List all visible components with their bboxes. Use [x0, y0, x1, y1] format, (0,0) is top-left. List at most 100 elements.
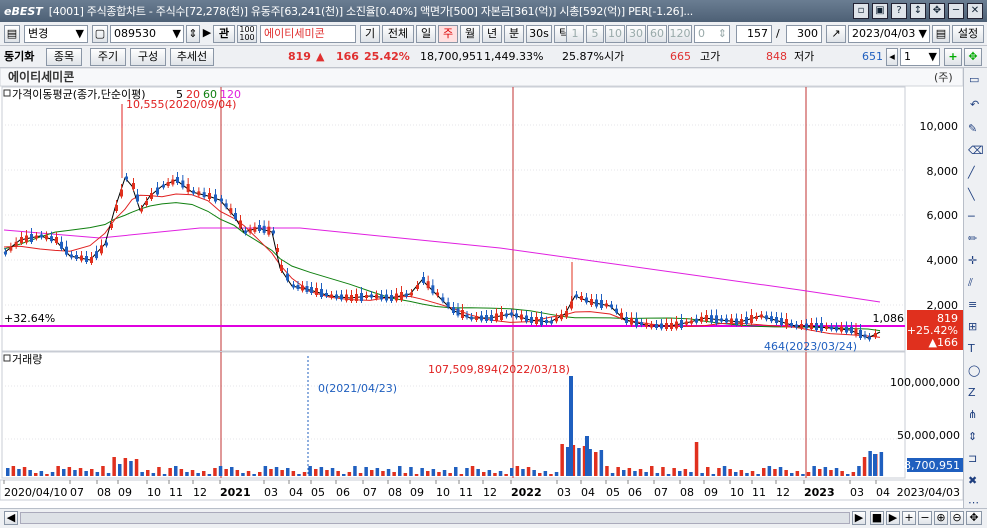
- volume-bar: [431, 469, 436, 476]
- cross-line-icon[interactable]: ✛: [968, 254, 977, 267]
- period-gi[interactable]: 기: [360, 25, 380, 43]
- zero-input[interactable]: 0 ⇕: [694, 25, 730, 43]
- gann-icon[interactable]: ⊞: [968, 320, 977, 333]
- sync-label[interactable]: 동기화: [4, 49, 34, 65]
- volume-bar: [661, 467, 665, 476]
- candle: [515, 313, 518, 318]
- volume-bar: [487, 470, 492, 476]
- volume-bar: [414, 474, 419, 476]
- date-input[interactable]: 2023/04/03 ▼: [848, 25, 930, 43]
- play-icon[interactable]: ▶: [202, 25, 212, 43]
- count-shown-input[interactable]: 157: [736, 25, 772, 43]
- config-button[interactable]: 구성: [130, 48, 166, 66]
- chart-area[interactable]: 에이티세미콘 (주) 가격이동평균(종가,단순이평) 5 20 60 120 거…: [0, 67, 964, 514]
- pan-icon[interactable]: ✥: [966, 511, 982, 525]
- diagonal-pen-icon[interactable]: ✏: [968, 232, 978, 245]
- date-tick: 03: [557, 486, 571, 499]
- move-icon-2[interactable]: ✥: [964, 48, 982, 66]
- zoom-fit-icon[interactable]: ⊖: [950, 511, 964, 525]
- volume-bar: [45, 474, 49, 476]
- bottom-scrollbar[interactable]: ◀ ▶ ■ ▶ + − ⊕ ⊖ ✥: [0, 508, 987, 528]
- interval-60[interactable]: 60: [647, 25, 667, 43]
- pin-icon[interactable]: ↕: [910, 3, 926, 19]
- count-total-input[interactable]: 300: [786, 25, 822, 43]
- add-icon[interactable]: +: [944, 48, 962, 66]
- channel-icon[interactable]: ⫽: [967, 276, 973, 289]
- zoom-out-icon[interactable]: −: [918, 511, 932, 525]
- horizontal-line-icon[interactable]: ─: [967, 210, 975, 223]
- chart-canvas[interactable]: 에이티세미콘 (주) 가격이동평균(종가,단순이평) 5 20 60 120 거…: [0, 67, 964, 514]
- volume-bar: [818, 469, 822, 476]
- page-select[interactable]: 1 ▼: [900, 48, 940, 66]
- chart-type-icon[interactable]: ▤: [4, 25, 20, 43]
- price-tick: 4,000: [927, 254, 959, 267]
- interval-5[interactable]: 5: [586, 25, 604, 43]
- volume-bar: [274, 467, 279, 476]
- play-forward-icon[interactable]: ▶: [886, 511, 900, 525]
- zigzag-icon[interactable]: Z: [968, 386, 976, 399]
- period-year[interactable]: 년: [482, 25, 502, 43]
- period-minute[interactable]: 분: [504, 25, 524, 43]
- scroll-track[interactable]: [20, 512, 850, 524]
- stock-name-field[interactable]: 에이티세미콘: [260, 25, 356, 43]
- rotate-icon[interactable]: ↶: [970, 98, 979, 111]
- period-day[interactable]: 일: [416, 25, 436, 43]
- calendar-icon[interactable]: ▤: [932, 25, 950, 43]
- eraser-icon[interactable]: ⌫: [968, 144, 984, 157]
- line-tool-icon[interactable]: ↗: [826, 25, 846, 43]
- change-select[interactable]: 변경 ▼: [24, 25, 88, 43]
- pencil-all-icon[interactable]: ✎: [968, 122, 977, 135]
- interval-30[interactable]: 30: [626, 25, 646, 43]
- candle: [670, 323, 673, 329]
- period-month[interactable]: 월: [460, 25, 480, 43]
- settings-button[interactable]: 설정: [952, 25, 984, 43]
- up-down-arrows-icon[interactable]: ⇕: [186, 25, 200, 43]
- ruler-icon[interactable]: ⊐: [968, 452, 977, 465]
- stop-icon[interactable]: ■: [870, 511, 884, 525]
- left-arrow-icon[interactable]: ◂: [886, 48, 898, 66]
- restore-icon[interactable]: ▫: [853, 3, 869, 19]
- interval-1[interactable]: 1: [566, 25, 584, 43]
- period-week[interactable]: 주: [438, 25, 458, 43]
- candle: [465, 314, 469, 318]
- ellipse-icon[interactable]: ◯: [968, 364, 980, 377]
- cursor-icon[interactable]: ▭: [969, 73, 979, 86]
- fibonacci-icon[interactable]: ≡: [968, 298, 977, 311]
- zoom-reset-icon[interactable]: ⊕: [934, 511, 948, 525]
- zoom-in-icon[interactable]: +: [902, 511, 916, 525]
- volume-bar: [123, 458, 128, 476]
- code-input[interactable]: 089530 ▼: [110, 25, 184, 43]
- period-all[interactable]: 전체: [382, 25, 414, 43]
- text-icon[interactable]: T: [967, 342, 975, 355]
- candle: [30, 234, 33, 242]
- interval-120[interactable]: 120: [668, 25, 692, 43]
- move-icon[interactable]: ✥: [929, 3, 945, 19]
- candle: [520, 314, 523, 320]
- scroll-right-icon[interactable]: ▶: [852, 511, 866, 525]
- volume-bar: [868, 451, 872, 476]
- minimize-icon[interactable]: ─: [948, 3, 964, 19]
- fork-icon[interactable]: ⋔: [968, 408, 977, 421]
- line-icon[interactable]: ╱: [967, 165, 976, 179]
- trend-line-icon[interactable]: ╲: [967, 187, 976, 201]
- stock-button[interactable]: 종목: [46, 48, 82, 66]
- period-button[interactable]: 주기: [90, 48, 126, 66]
- help-icon[interactable]: ?: [891, 3, 907, 19]
- volume-bar: [801, 474, 805, 476]
- search-icon[interactable]: ▢: [92, 25, 108, 43]
- candle: [305, 286, 309, 292]
- candle: [590, 299, 593, 305]
- interval-10[interactable]: 10: [605, 25, 625, 43]
- period-30s[interactable]: 30s: [526, 25, 552, 43]
- candle: [800, 324, 803, 328]
- candle: [224, 203, 228, 208]
- gwan-button[interactable]: 관: [213, 25, 235, 43]
- close-icon[interactable]: ✕: [967, 3, 983, 19]
- list-icon[interactable]: 100 100: [237, 25, 257, 43]
- window-icon[interactable]: ▣: [872, 3, 888, 19]
- trendline-button[interactable]: 추세선: [170, 48, 214, 66]
- scroll-left-icon[interactable]: ◀: [4, 511, 18, 525]
- delete-icon[interactable]: ✖: [968, 474, 977, 487]
- volume-bar: [224, 469, 228, 476]
- arrow-up-down-icon[interactable]: ⇕: [968, 430, 977, 443]
